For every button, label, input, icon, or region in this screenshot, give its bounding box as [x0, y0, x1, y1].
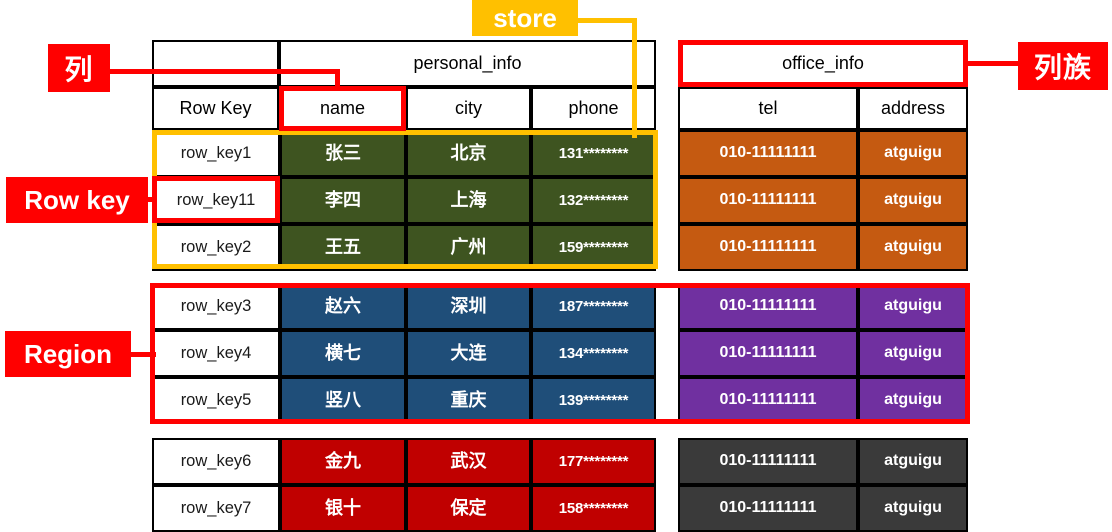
column-family-highlight-box [678, 40, 968, 87]
right-cell-tel: 010-11111111 [678, 224, 858, 271]
left-table-corner-cell [152, 40, 279, 87]
annotation-row-key: Row key [6, 177, 148, 223]
annotation-column-family: 列族 [1018, 42, 1108, 90]
left-cell-row-key: row_key6 [152, 438, 280, 485]
right-cell-tel: 010-11111111 [678, 177, 858, 224]
left-cell-name: 银十 [280, 485, 406, 532]
store-connector-vertical [632, 18, 637, 138]
store-connector-horizontal [575, 18, 637, 23]
right-cell-tel: 010-11111111 [678, 438, 858, 485]
diagram-canvas: personal_info Row Key name city phone of… [0, 0, 1112, 532]
annotation-store: store [472, 0, 578, 36]
right-cell-address: atguigu [858, 130, 968, 177]
region-highlight-box [150, 283, 970, 424]
right-cell-address: atguigu [858, 485, 968, 532]
row-key-highlight-box [152, 176, 280, 223]
annotation-column: 列 [48, 44, 110, 92]
right-cell-tel: 010-11111111 [678, 130, 858, 177]
column-header-address: address [858, 87, 968, 130]
left-cell-phone: 177******** [531, 438, 656, 485]
right-cell-address: atguigu [858, 224, 968, 271]
column-header-row-key: Row Key [152, 87, 279, 130]
left-cell-name: 金九 [280, 438, 406, 485]
column-family-connector [963, 61, 1023, 66]
column-connector-horizontal [105, 69, 340, 74]
right-cell-address: atguigu [858, 177, 968, 224]
left-cell-city: 武汉 [406, 438, 531, 485]
annotation-region: Region [5, 331, 131, 377]
right-cell-address: atguigu [858, 438, 968, 485]
left-cell-phone: 158******** [531, 485, 656, 532]
left-cell-row-key: row_key7 [152, 485, 280, 532]
column-header-phone: phone [531, 87, 656, 130]
column-header-tel: tel [678, 87, 858, 130]
column-highlight-box [279, 86, 406, 131]
right-cell-tel: 010-11111111 [678, 485, 858, 532]
column-header-city: city [406, 87, 531, 130]
left-cell-city: 保定 [406, 485, 531, 532]
